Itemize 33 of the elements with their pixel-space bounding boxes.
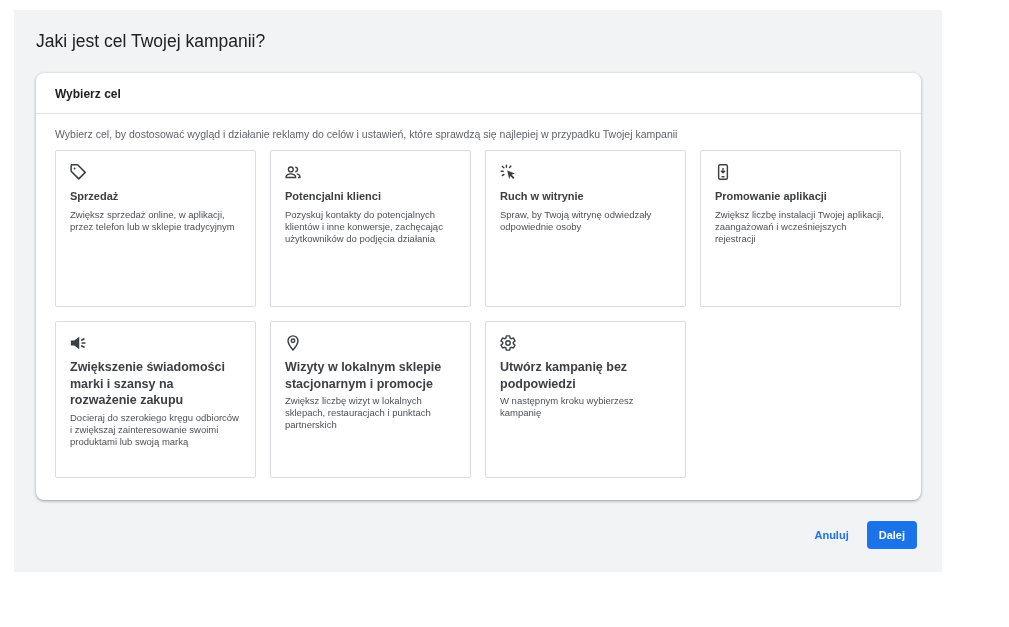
goal-title: Zwiększenie świadomości marki i szansy na rozważenie zakupu xyxy=(70,359,226,409)
goal-card[interactable]: Potencjalni klienci Pozyskuj kontakty do potencjalnych klientów i inne konwersje, zachęcając użytkowników do podjęcia działania xyxy=(270,150,471,307)
goal-description: Docieraj do szerokiego kręgu odbiorców i zwiększaj zainteresowanie swoimi produktami lub swoją marką xyxy=(70,411,240,448)
next-button[interactable]: Dalej xyxy=(866,521,917,549)
goal-card[interactable]: Sprzedaż Zwiększ sprzedaż online, w aplikacji, przez telefon lub w sklepie tradycyjnym xyxy=(55,150,256,307)
goal-description: Pozyskuj kontakty do potencjalnych klientów i inne konwersje, zachęcając użytkowników do podjęcia działania xyxy=(285,209,444,245)
goal-title: Wizyty w lokalnym sklepie stacjonarnym i promocje xyxy=(285,359,443,392)
people-icon xyxy=(285,164,301,180)
goal-card[interactable]: Utwórz kampanię bez podpowiedzi W następnym kroku wybierzesz kampanię xyxy=(485,321,686,478)
goal-description: Zwiększ sprzedaż online, w aplikacji, przez telefon lub w sklepie tradycyjnym xyxy=(70,209,236,233)
goal-description: Zwiększ liczbę wizyt w lokalnych sklepach, restauracjach i punktach partnerskich xyxy=(285,395,432,431)
cancel-button[interactable]: Anuluj xyxy=(804,521,859,549)
goal-card[interactable]: Ruch w witrynie Spraw, by Twoją witrynę odwiedzały odpowiednie osoby xyxy=(485,150,686,307)
goal-title: Sprzedaż xyxy=(70,189,119,204)
goal-card[interactable]: Promowanie aplikacji Zwiększ liczbę instalacji Twojej aplikacji, zaangażowań i wcześniejszych rejestracji xyxy=(700,150,901,307)
phone-download-icon xyxy=(715,164,731,180)
goal-description: Spraw, by Twoją witrynę odwiedzały odpowiednie osoby xyxy=(500,209,653,233)
goal-description: Zwiększ liczbę instalacji Twojej aplikacji, zaangażowań i wcześniejszych rejestracji xyxy=(715,209,885,245)
panel-description: Wybierz cel, by dostosować wygląd i działanie reklamy do celów i ustawień, które sprawdzą się najlepiej w przypadku Twojej kampanii xyxy=(55,127,679,141)
goal-title: Potencjalni klienci xyxy=(285,189,381,204)
location-pin-icon xyxy=(285,335,301,351)
tag-icon xyxy=(70,164,86,180)
goal-title: Utwórz kampanię bez podpowiedzi xyxy=(500,359,629,392)
panel-heading: Wybierz cel xyxy=(55,87,121,101)
goal-title: Ruch w witrynie xyxy=(500,189,584,204)
settings-icon xyxy=(500,335,516,351)
goal-title: Promowanie aplikacji xyxy=(715,189,827,204)
megaphone-icon xyxy=(70,335,86,351)
cursor-click-icon xyxy=(500,164,516,180)
goal-card[interactable]: Wizyty w lokalnym sklepie stacjonarnym i promocje Zwiększ liczbę wizyt w lokalnych sklepach, restauracjach i punktach partnerskich xyxy=(270,321,471,478)
goal-card[interactable]: Zwiększenie świadomości marki i szansy na rozważenie zakupu Docieraj do szerokiego kręgu odbiorców i zwiększaj zainteresowanie swoimi produktami lub swoją marką xyxy=(55,321,256,478)
goal-description: W następnym kroku wybierzesz kampanię xyxy=(500,395,635,419)
page-title: Jaki jest cel Twojej kampanii? xyxy=(36,30,267,52)
